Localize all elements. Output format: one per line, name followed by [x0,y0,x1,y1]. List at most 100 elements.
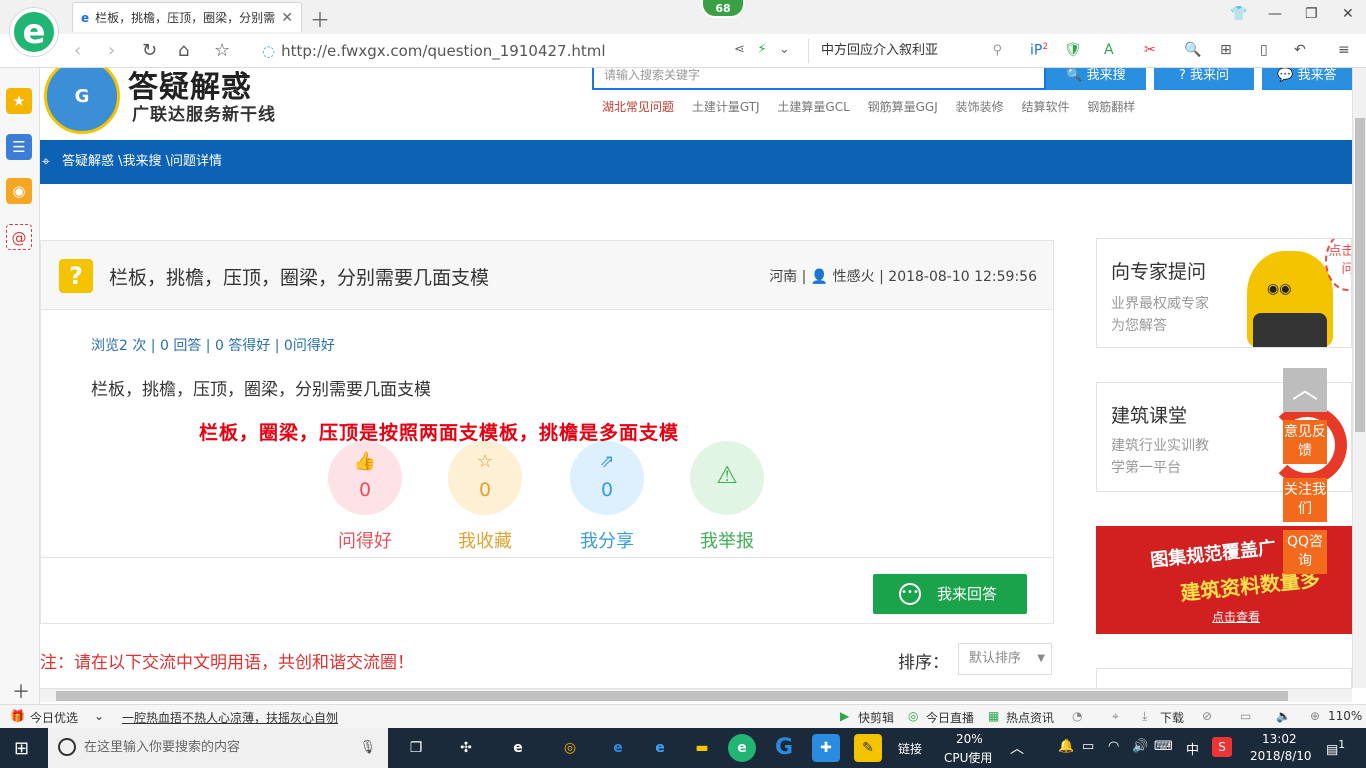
search-ext-icon[interactable]: 🔍 [1184,42,1201,58]
volume-icon[interactable]: 🔈 [1276,709,1291,723]
notepad-app-icon[interactable]: ✎ [854,734,882,762]
browser-search-input[interactable]: 中方回应介入叙利亚 ⚲ [808,39,1008,63]
chevron-down-icon[interactable]: ⌄ [94,709,104,723]
taskbar-link-label[interactable]: 链接 [898,740,922,757]
site-logo[interactable]: G 答疑解惑 广联达服务新干线 [40,68,310,138]
apps-grid-icon[interactable]: ⊞ [1220,42,1232,58]
hot-link[interactable]: 结算软件 [1021,100,1069,114]
taskbar-search-input[interactable]: 在这里输入你要搜索的内容 🎙 [48,728,388,768]
hot-link[interactable]: 装饰装修 [956,100,1004,114]
hot-link[interactable]: 钢筋翻样 [1087,100,1135,114]
notification-bell-icon[interactable]: 🔔 [1058,739,1074,754]
browser-e-icon[interactable]: e [504,734,532,762]
zoom-level[interactable]: 110% [1328,709,1362,723]
browser-tab[interactable]: e 栏板，挑檐，压顶，圈梁，分别需 ✕ [72,2,302,32]
action-center-icon[interactable]: ▤1 [1326,738,1345,757]
tab-close-icon[interactable]: ✕ [281,10,293,26]
speed-badge[interactable]: 68 [701,0,745,18]
feedback-button[interactable]: 意见反馈 [1283,420,1327,464]
lightning-icon[interactable]: ⚡ [757,42,766,57]
search-button[interactable]: 🔍 我来搜 [1046,68,1146,90]
add-sidebar-icon[interactable]: ＋ [12,678,30,704]
cursor-icon[interactable]: ⌖ [1112,709,1119,724]
fan-app-icon[interactable]: ✣ [452,734,480,762]
clock-date[interactable]: 2018/8/10 [1250,749,1312,763]
speedometer-icon[interactable]: ◔ [1072,709,1082,723]
share-button[interactable]: ⇗ 0 我分享 [569,441,645,553]
active-browser-icon[interactable]: e [728,734,756,762]
favorite-button[interactable]: ☆ 0 我收藏 [447,441,523,553]
close-window-icon[interactable]: ✕ [1342,6,1354,22]
url-field[interactable]: ◌ http://e.fwxgx.com/question_1910427.ht… [262,39,802,63]
good-question-button[interactable]: 👍 0 问得好 [327,441,403,553]
window-icon[interactable]: ▭ [1240,709,1251,723]
horizontal-scrollbar[interactable] [40,688,1352,702]
minimize-icon[interactable]: — [1268,6,1282,22]
answer-top-button[interactable]: 💬 我来答 [1262,68,1352,90]
today-picks[interactable]: 今日优选 [30,709,78,726]
home-icon[interactable]: ⌂ [178,40,189,61]
ask-button[interactable]: ? 我来问 [1154,68,1254,90]
task-view-icon[interactable]: ❐ [402,734,430,762]
hot-link[interactable]: 钢筋算量GGJ [868,100,938,114]
weibo-icon[interactable]: ◉ [6,178,32,204]
dropdown-chevron-icon[interactable]: ⌄ [779,42,790,57]
windows-start-icon[interactable]: ⊞ [14,738,29,759]
report-button[interactable]: ⚠ 我举报 [689,441,765,553]
shirt-icon[interactable]: 👕 [1230,6,1247,22]
speaker-icon[interactable]: 🔊 [1132,739,1148,754]
reading-list-icon[interactable]: ☰ [6,134,32,160]
new-tab-icon[interactable]: ＋ [310,4,330,33]
edge-icon[interactable]: e [604,734,632,762]
hot-link[interactable]: 土建计量GTJ [692,100,760,114]
scissors-ext-icon[interactable]: ✂ [1144,42,1156,58]
back-icon[interactable]: ‹ [74,40,81,61]
keyboard-icon[interactable]: ⌨ [1154,739,1173,754]
status-item-download[interactable]: 下载 [1160,709,1184,726]
undo-icon[interactable]: ↶ [1294,42,1306,58]
shield-ext-icon[interactable]: 🛡 [1064,42,1082,58]
hot-link[interactable]: 湖北常见问题 [602,100,674,114]
wifi-icon[interactable]: ◠ [1108,739,1119,754]
microphone-icon[interactable]: 🎙 [359,728,376,768]
ime-indicator[interactable]: 中 [1186,739,1199,758]
battery-icon[interactable]: ▭ [1082,739,1094,754]
cross-app-icon[interactable]: ✚ [812,734,840,762]
cleanup-icon[interactable]: ⊘ [1202,709,1212,723]
translate-ext-icon[interactable]: A [1104,42,1114,58]
horizontal-scroll-thumb[interactable] [56,691,1288,701]
breadcrumb-text[interactable]: 答疑解惑 \我来搜 \问题详情 [62,154,222,169]
site-search-input[interactable]: 请输入搜索关键字 [592,68,1046,90]
refresh-icon[interactable]: ↻ [142,40,157,61]
follow-us-button[interactable]: 关注我们 [1283,478,1327,522]
status-item-news[interactable]: 热点资讯 [1006,709,1054,726]
clock-time[interactable]: 13:02 [1262,732,1297,746]
back-to-top-button[interactable]: ︿ [1283,368,1327,412]
forward-icon[interactable]: › [108,40,115,61]
ask-expert-card[interactable]: 向专家提问 业界最权威专家 为您解答 ◉◉ 点击提问 [1096,238,1352,348]
menu-icon[interactable]: ≡ [1338,42,1350,58]
ip-ext-icon[interactable]: iP2 [1030,42,1048,59]
notification-app-icon[interactable]: ◎ [556,734,584,762]
ad-link[interactable]: 点击查看 [1212,608,1260,625]
share-icon[interactable]: ⋖ [734,42,745,57]
maximize-icon[interactable]: ❐ [1305,6,1318,22]
vertical-scroll-thumb[interactable] [1355,118,1365,432]
hot-link[interactable]: 土建算量GCL [777,100,849,114]
vertical-scrollbar[interactable] [1352,68,1366,688]
tray-chevron-icon[interactable]: ︿ [1010,738,1024,758]
file-explorer-icon[interactable]: ▬ [688,734,716,762]
news-headline[interactable]: 一腔热血捂不热人心凉薄，扶摇灰心自刎 [122,709,338,726]
email-icon[interactable]: @ [6,224,32,250]
browser-logo-icon[interactable]: e [10,8,58,56]
answer-button[interactable]: ••• 我来回答 [873,574,1027,614]
favorite-star-icon[interactable]: ☆ [214,40,230,61]
status-item-clip[interactable]: 快剪辑 [858,709,894,726]
qq-consult-button[interactable]: QQ咨询 [1283,530,1327,574]
favorites-star-icon[interactable]: ★ [6,88,32,114]
sort-select[interactable]: 默认排序 ▼ [958,643,1052,675]
sogou-ime-icon[interactable]: S [1212,737,1232,757]
reader-icon[interactable]: ▯ [1260,42,1268,58]
status-item-live[interactable]: 今日直播 [926,709,974,726]
ie-taskbar-icon[interactable]: e [646,734,674,762]
